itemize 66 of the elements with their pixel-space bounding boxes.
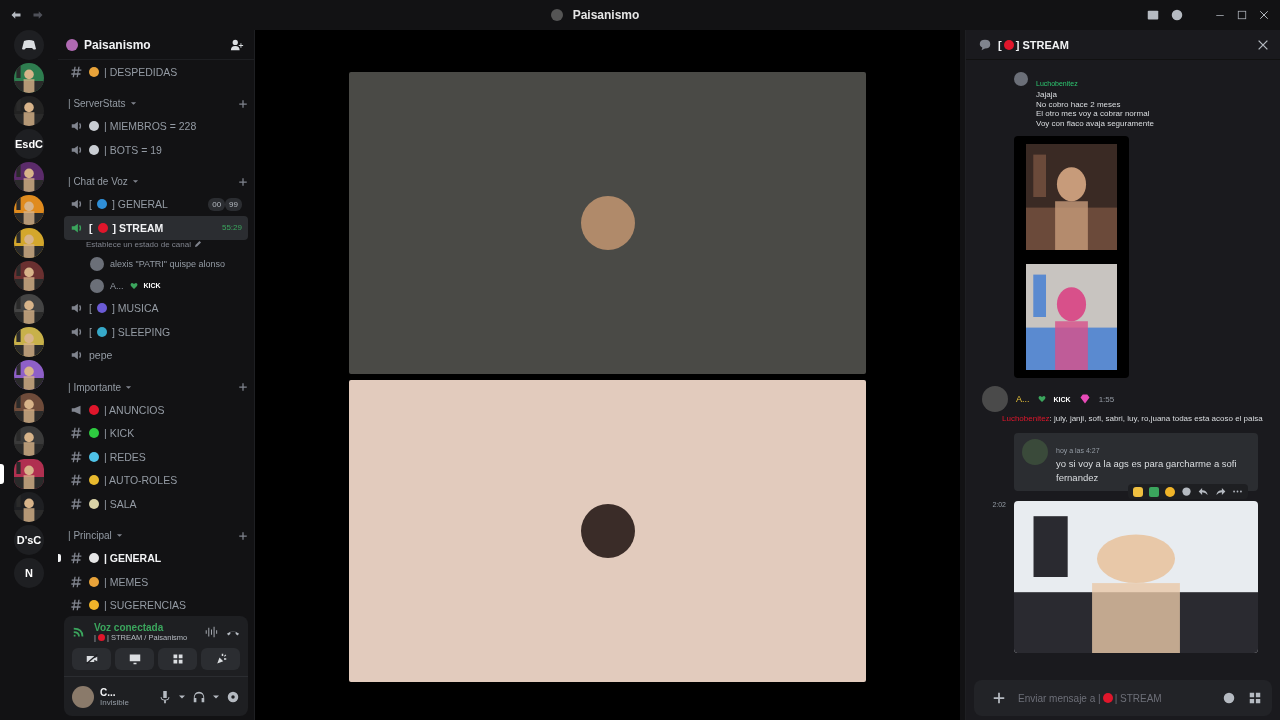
channel-name: | KICK	[104, 427, 135, 440]
reply-text: Luchobenitez: july, janji, sofi, sabri, luy, ro,juana todas esta acoso el paisa	[1001, 413, 1264, 425]
call-timer: 55:29	[221, 223, 242, 233]
channel-name: | GENERAL	[104, 552, 162, 565]
chat-title-bracket: [	[998, 38, 1002, 51]
message-time: 1:55	[1098, 394, 1115, 404]
category-header[interactable]: | Principal	[68, 530, 112, 541]
channel-item[interactable]: | GENERAL	[64, 546, 248, 570]
channel-item[interactable]: | ANUNCIOS	[64, 398, 248, 422]
channel-item[interactable]: [ ] MUSICA	[64, 296, 248, 320]
channel-item[interactable]: | SUGERENCIAS	[64, 593, 248, 616]
channel-name: | REDES	[104, 450, 146, 463]
window-title: Paisanismo	[572, 8, 640, 22]
server-icon[interactable]: N	[14, 558, 44, 588]
author-name[interactable]: A...	[1016, 394, 1030, 404]
channel-item[interactable]: | REDES	[64, 445, 248, 469]
message-text: Voy con flaco avaja seguramente	[1036, 118, 1154, 128]
category-header[interactable]: | Importante	[68, 381, 122, 393]
channel-item[interactable]: [ ] STREAM 55:29	[64, 216, 248, 240]
channel-item[interactable]: [ ] SLEEPING	[64, 320, 248, 344]
message-text: Jajaja	[1036, 90, 1058, 100]
message-text: No cobro hace 2 meses	[1036, 99, 1122, 109]
server-icon[interactable]: EsdC	[14, 129, 44, 159]
channel-item[interactable]: | BOTS = 19	[64, 138, 248, 162]
category-header[interactable]: | Chat de Voz	[68, 176, 128, 187]
channel-item[interactable]: | DESPEDIDAS	[64, 60, 248, 84]
channel-name: | AUTO-ROLES	[104, 474, 178, 487]
channel-item[interactable]: | KICK	[64, 421, 248, 445]
channel-item[interactable]: | MIEMBROS = 228	[64, 114, 248, 138]
voice-status[interactable]: Voz conectada	[94, 622, 196, 633]
channel-item[interactable]: [ ] GENERAL 00 99	[64, 192, 248, 216]
chat-title: ] STREAM	[1015, 38, 1069, 51]
input-placeholder: Enviar mensaje a |	[1018, 692, 1101, 704]
channel-name: | ANUNCIOS	[104, 403, 165, 416]
voice-user-name[interactable]: alexis "PATRI" quispe alonso	[110, 258, 226, 269]
user-limit-count: 99	[225, 197, 242, 211]
category-header[interactable]: | ServerStats	[68, 98, 126, 109]
channel-name: | MEMES	[104, 575, 149, 588]
server-icon[interactable]: D'sC	[14, 525, 44, 555]
channel-bracket: [	[89, 325, 92, 338]
channel-name: | SALA	[104, 497, 137, 510]
user-name: C...	[100, 686, 117, 698]
channel-bracket: [	[89, 302, 92, 315]
user-limit-count: 00	[208, 197, 226, 211]
channel-status: Establece un estado de canal	[86, 239, 191, 249]
channel-bracket: [	[89, 221, 93, 234]
voice-user-name[interactable]: A...	[110, 280, 124, 291]
user-status: Invisible	[100, 697, 130, 707]
channel-name: | BOTS = 19	[104, 143, 162, 156]
channel-item[interactable]: | AUTO-ROLES	[64, 468, 248, 492]
channel-name: | MIEMBROS = 228	[104, 120, 197, 133]
message-text: El otro mes voy a cobrar normal	[1036, 109, 1151, 119]
channel-item[interactable]: | MEMES	[64, 570, 248, 594]
channel-item[interactable]: | SALA	[64, 492, 248, 516]
channel-item[interactable]: pepe	[64, 343, 248, 367]
channel-name: ] GENERAL	[111, 198, 168, 211]
server-name[interactable]: Paisanismo	[84, 37, 224, 52]
channel-name: pepe	[89, 349, 113, 362]
channel-name: ] MUSICA	[111, 302, 159, 315]
channel-name: ] SLEEPING	[111, 325, 171, 338]
channel-name: | SUGERENCIAS	[104, 599, 187, 612]
input-placeholder: | STREAM	[1114, 692, 1162, 704]
channel-bracket: [	[89, 198, 92, 211]
channel-name: ] STREAM	[112, 221, 164, 234]
message-text: yo si voy a la ags es para garcharme a sofi fernandez	[1056, 457, 1238, 485]
channel-name: | DESPEDIDAS	[104, 65, 178, 78]
